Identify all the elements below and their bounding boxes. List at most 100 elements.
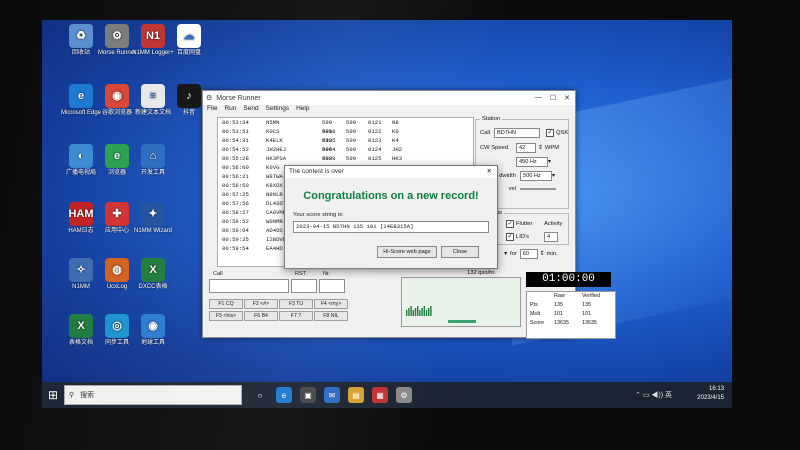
nr-input[interactable]: [319, 279, 345, 293]
desktop-icon[interactable]: ✦ N1MM Wizard: [124, 202, 182, 235]
desktop-icon[interactable]: X DXCC表格: [124, 258, 182, 291]
desktop-icon[interactable]: ◉ 地球工具: [124, 314, 182, 347]
fkey-button[interactable]: F6 B4: [244, 311, 278, 321]
spinner-icon[interactable]: ⇕: [538, 145, 543, 151]
signal-bar: [406, 310, 408, 316]
signal-bar: [412, 310, 414, 316]
fkey-button[interactable]: F7 ?: [279, 311, 313, 321]
fkey-button[interactable]: F4 <my>: [314, 299, 348, 309]
spinner-icon[interactable]: ⇕: [540, 251, 545, 257]
desktop-screen: ♻ 回收站 ⚙ Morse Runner N1 N1MM Logger+ ☁ 百度网盘 e Mic…: [42, 20, 732, 408]
score-cell: [530, 292, 554, 301]
desktop-icon-label: DXCC表格: [138, 284, 168, 290]
contest-over-dialog[interactable]: The contest is over ✕ Congratulations on…: [284, 165, 498, 269]
menu-item-file[interactable]: File: [207, 105, 217, 115]
table-cell: K0CS: [266, 128, 280, 135]
rst-input[interactable]: [291, 279, 317, 293]
fkey-button[interactable]: F5 <his>: [209, 311, 243, 321]
close-icon[interactable]: ✕: [487, 166, 492, 178]
activity-field[interactable]: 4: [544, 232, 558, 242]
table-cell: 0121: [368, 119, 382, 126]
fkey-button[interactable]: F1 CQ: [209, 299, 243, 309]
chevron-down-icon[interactable]: ▾: [552, 173, 555, 179]
score-cell: 135: [554, 302, 563, 308]
clock-time: 16:13: [708, 386, 724, 392]
menu-item-send[interactable]: Send: [243, 105, 258, 115]
chevron-down-icon[interactable]: ▾: [548, 159, 551, 165]
table-cell: 599 0125: [322, 128, 336, 144]
score-cell: Pts: [530, 302, 538, 308]
fkey-button[interactable]: F2 <#>: [244, 299, 278, 309]
system-clock[interactable]: 16:13 2023/4/15: [697, 385, 724, 403]
desktop-icon-label: 地球工具: [140, 340, 165, 346]
signal-display: [406, 306, 476, 323]
table-cell: 0125: [368, 155, 382, 162]
score-cell: Verified: [582, 293, 600, 299]
close-button[interactable]: Close: [441, 246, 479, 258]
bandwidth-select[interactable]: 500 Hz: [520, 171, 552, 181]
fkey-button[interactable]: F8 NIL: [314, 311, 348, 321]
call-entry-label: Call: [213, 271, 223, 277]
close-icon[interactable]: ✕: [564, 94, 570, 102]
flutter-checkbox[interactable]: ✓: [506, 220, 514, 228]
table-row[interactable]: 00:55:28 HK3PSA 599 0108 599 0125 HK3: [218, 154, 473, 171]
entry-panel: Call RST Nr. F1 CQ F2 <#> F3 TU F4 <my> F5 <…: [203, 269, 616, 339]
tuning-marker: [448, 320, 476, 323]
ime-indicator[interactable]: 英: [665, 392, 672, 399]
table-row[interactable]: 00:53:34 N5MN 599 0018 599 0121 N8: [218, 118, 473, 135]
search-box[interactable]: ⚲ 搜索: [64, 385, 242, 405]
fkey-button[interactable]: F3 TU: [279, 299, 313, 309]
mail-taskbar-icon[interactable]: ✉: [324, 387, 340, 403]
menu-item-help[interactable]: Help: [296, 105, 309, 115]
windows-start-icon[interactable]: ⊞: [42, 382, 64, 408]
table-cell: 00:59:04: [222, 227, 249, 234]
level-slider[interactable]: [520, 188, 556, 190]
desktop-icon[interactable]: ☁ 百度网盘: [160, 24, 218, 57]
call-field[interactable]: BD7HN: [494, 128, 540, 138]
qsk-checkbox[interactable]: ✓: [546, 129, 554, 137]
store-taskbar-icon[interactable]: ▣: [300, 387, 316, 403]
desktop-icon-label: 开发工具: [140, 170, 165, 176]
hi-score-web-button[interactable]: Hi-Score web page: [377, 246, 437, 258]
dialog-title: The contest is over: [289, 168, 344, 175]
table-cell: 00:53:34: [222, 119, 249, 126]
table-row[interactable]: 00:54:52 JH2HEJ 599 0029 599 0124 JH2: [218, 145, 473, 162]
table-cell: N5MN: [266, 119, 280, 126]
signal-bar: [410, 306, 412, 316]
call-entry-input[interactable]: [209, 279, 289, 293]
table-cell: HK3PSA: [266, 155, 287, 162]
table-cell: 00:56:50: [222, 182, 249, 189]
flutter-label: Flutter: [516, 221, 533, 227]
contest-clock: 01:00:00: [526, 272, 611, 287]
maximize-icon[interactable]: ☐: [550, 94, 556, 102]
table-cell: 00:58:27: [222, 209, 249, 216]
app-taskbar-icon[interactable]: ▦: [372, 387, 388, 403]
nr-label: Nr.: [323, 271, 331, 277]
minutes-field[interactable]: 60: [519, 249, 538, 259]
table-cell: 599 0108: [322, 155, 335, 171]
cw-speed-field[interactable]: 42: [516, 143, 536, 153]
band-map[interactable]: [401, 277, 521, 327]
menu-item-run[interactable]: Run: [224, 105, 236, 115]
tray-icons[interactable]: ⌃ ▭ ◀)) 英: [635, 390, 672, 400]
table-row[interactable]: 00:54:31 K4ELK 599 0064 599 0123 K4: [218, 136, 473, 153]
menu-item-settings[interactable]: Settings: [266, 105, 290, 115]
morse-taskbar-icon[interactable]: ⚙: [396, 387, 412, 403]
desktop-icon[interactable]: ⌂ 开发工具: [124, 144, 182, 177]
task-view-icon[interactable]: ○: [252, 387, 268, 403]
signal-bar: [423, 306, 425, 316]
lids-checkbox[interactable]: ✓: [506, 233, 514, 241]
minimize-icon[interactable]: —: [535, 94, 542, 102]
score-cell: Score: [530, 320, 545, 326]
tiktok-icon: ♪: [177, 84, 201, 108]
window-titlebar[interactable]: ⚙ Morse Runner — ☐ ✕: [203, 91, 575, 105]
score-string-field[interactable]: 2023-04-15 BD7HN 135 101 [14EB315A]: [293, 221, 489, 233]
score-row: Pts 135 135: [527, 301, 615, 310]
dialog-titlebar[interactable]: The contest is over ✕: [285, 166, 497, 178]
table-row[interactable]: 00:53:51 K0CS 599 0125 599 0122 K0: [218, 127, 473, 144]
explorer-taskbar-icon[interactable]: ▤: [348, 387, 364, 403]
pitch-select[interactable]: 450 Hz: [516, 157, 548, 167]
clock-date: 2023/4/15: [697, 395, 724, 401]
score-table: Raw Verified Pts 135 135 Mult 101 101 Score 13635…: [526, 291, 616, 339]
edge-taskbar-icon[interactable]: e: [276, 387, 292, 403]
